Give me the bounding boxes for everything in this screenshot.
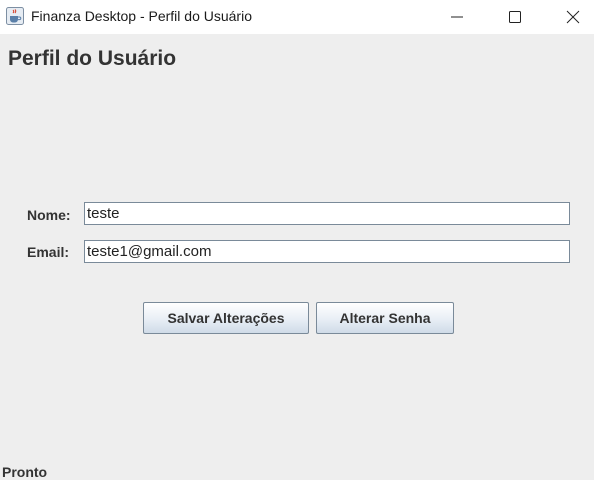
nome-field[interactable]: [84, 202, 570, 225]
change-password-button[interactable]: Alterar Senha: [316, 302, 454, 334]
email-field[interactable]: [84, 240, 570, 263]
app-window: Finanza Desktop - Perfil do Usuário Perf…: [0, 0, 594, 480]
window-title: Finanza Desktop - Perfil do Usuário: [31, 8, 252, 24]
minimize-button[interactable]: [428, 0, 486, 34]
nome-label: Nome:: [27, 207, 71, 223]
close-icon: [566, 10, 580, 24]
page-title: Perfil do Usuário: [8, 47, 177, 70]
status-bar-text: Pronto: [2, 464, 48, 480]
java-cup-icon: [6, 7, 24, 25]
save-changes-button[interactable]: Salvar Alterações: [143, 302, 309, 334]
close-button[interactable]: [544, 0, 594, 34]
email-label: Email:: [27, 244, 70, 260]
title-bar[interactable]: Finanza Desktop - Perfil do Usuário: [0, 0, 594, 34]
maximize-button[interactable]: [486, 0, 544, 34]
maximize-icon: [509, 11, 521, 23]
minimize-icon: [451, 16, 463, 18]
